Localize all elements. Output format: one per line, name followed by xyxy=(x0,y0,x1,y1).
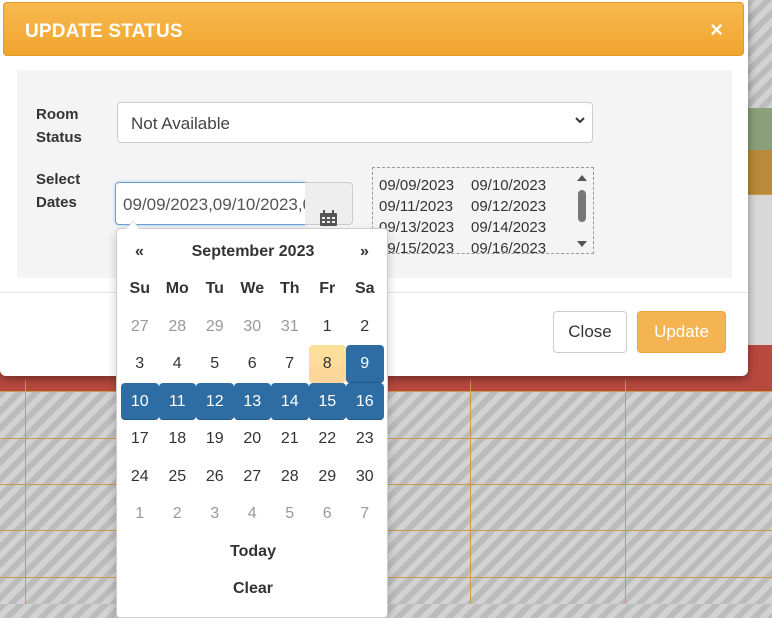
selected-date-item: 09/13/2023 xyxy=(379,219,455,236)
day-cell[interactable]: 1 xyxy=(309,308,347,346)
background-cell xyxy=(748,150,772,194)
day-cell[interactable]: 20 xyxy=(234,420,272,458)
week-row: 1234567 xyxy=(121,495,384,533)
day-cell[interactable]: 13 xyxy=(233,382,271,420)
weekday-header-row: Su Mo Tu We Th Fr Sa xyxy=(121,270,384,308)
day-cell[interactable]: 19 xyxy=(196,420,234,458)
background-cell xyxy=(748,108,772,150)
update-button[interactable]: Update xyxy=(637,311,726,353)
day-cell[interactable]: 9 xyxy=(346,345,384,383)
modal-header: UPDATE STATUS × xyxy=(3,2,744,56)
dates-input[interactable]: 09/09/2023,09/10/2023,09/11/2023 xyxy=(115,182,306,225)
day-cell[interactable]: 7 xyxy=(271,345,309,383)
day-cell[interactable]: 29 xyxy=(196,308,234,346)
day-cell[interactable]: 5 xyxy=(196,345,234,383)
day-cell[interactable]: 5 xyxy=(271,495,309,533)
weekday-label: Mo xyxy=(165,280,189,297)
weekday-label: Th xyxy=(279,280,300,297)
selected-dates-list[interactable]: 09/09/2023 09/10/2023 09/11/2023 09/12/2023… xyxy=(372,167,594,254)
select-dates-label: Select Dates xyxy=(36,171,81,211)
weekday-label: We xyxy=(240,280,265,297)
day-cell[interactable]: 4 xyxy=(234,495,272,533)
day-cell[interactable]: 8 xyxy=(308,345,346,383)
day-cell[interactable]: 26 xyxy=(196,458,234,496)
day-cell[interactable]: 4 xyxy=(159,345,197,383)
day-cell[interactable]: 25 xyxy=(159,458,197,496)
day-cell[interactable]: 28 xyxy=(159,308,197,346)
week-row: 27 28 29 30 31 1 2 xyxy=(121,308,384,346)
week-row: 3456789 xyxy=(121,345,384,383)
clear-button[interactable]: Clear xyxy=(117,580,389,598)
weekday-label: Su xyxy=(129,280,150,297)
weekday-label: Fr xyxy=(319,280,336,297)
day-cell[interactable]: 2 xyxy=(346,308,384,346)
grid-line xyxy=(25,380,26,604)
day-cell[interactable]: 12 xyxy=(196,382,234,420)
selected-date-item: 09/16/2023 xyxy=(471,240,547,254)
day-cell[interactable]: 17 xyxy=(121,420,159,458)
chevron-down-icon xyxy=(575,117,585,124)
day-cell[interactable]: 22 xyxy=(309,420,347,458)
selected-date-item: 09/12/2023 xyxy=(471,198,547,215)
selected-date-item: 09/10/2023 xyxy=(471,177,547,194)
next-month-button[interactable]: » xyxy=(360,243,369,261)
day-cell[interactable]: 18 xyxy=(159,420,197,458)
datepicker-dropdown: September 2023 « » Su Mo Tu We Th Fr Sa 27 28 29 3… xyxy=(116,221,389,618)
selected-date-item: 09/11/2023 xyxy=(379,198,453,215)
close-button[interactable]: Close xyxy=(553,311,627,353)
day-cell[interactable]: 14 xyxy=(271,382,309,420)
modal-title: UPDATE STATUS xyxy=(25,21,183,42)
day-cell[interactable]: 3 xyxy=(121,345,159,383)
day-cell[interactable]: 3 xyxy=(196,495,234,533)
scrollbar[interactable] xyxy=(575,172,589,250)
background-cell xyxy=(748,194,772,345)
weekday-label: Tu xyxy=(205,280,224,297)
day-cell[interactable]: 6 xyxy=(309,495,347,533)
week-row: 10 11 12 13 14 15 16 xyxy=(121,382,384,420)
day-cell[interactable]: 2 xyxy=(159,495,197,533)
day-cell[interactable]: 21 xyxy=(271,420,309,458)
day-cell[interactable]: 6 xyxy=(234,345,272,383)
prev-month-button[interactable]: « xyxy=(135,243,144,261)
room-status-value: Not Available xyxy=(131,114,230,133)
day-cell[interactable]: 28 xyxy=(271,458,309,496)
room-status-label: Room Status xyxy=(36,106,82,146)
dates-input-group: 09/09/2023,09/10/2023,09/11/2023 xyxy=(115,182,353,226)
close-icon[interactable]: × xyxy=(710,17,723,43)
day-cell[interactable]: 29 xyxy=(309,458,347,496)
day-cell[interactable]: 23 xyxy=(346,420,384,458)
day-cell[interactable]: 7 xyxy=(346,495,384,533)
calendar-grid: Su Mo Tu We Th Fr Sa 27 28 29 30 31 1 2 3 4 5 6 7 8 9 10 11 12 1… xyxy=(121,270,384,533)
calendar-addon[interactable] xyxy=(305,182,353,226)
day-cell[interactable]: 30 xyxy=(234,308,272,346)
dropdown-arrow-inner xyxy=(126,222,140,229)
selected-date-item: 09/14/2023 xyxy=(471,219,547,236)
calendar-icon xyxy=(320,210,337,226)
week-row: 24 25 26 27 28 29 30 xyxy=(121,458,384,496)
day-cell[interactable]: 27 xyxy=(121,308,159,346)
day-cell[interactable]: 31 xyxy=(271,308,309,346)
day-cell[interactable]: 16 xyxy=(346,382,384,420)
grid-line xyxy=(470,380,471,604)
day-cell[interactable]: 11 xyxy=(158,382,196,420)
room-status-select[interactable]: Not Available xyxy=(117,102,593,143)
day-cell[interactable]: 10 xyxy=(121,382,159,420)
week-row: 17 18 19 20 21 22 23 xyxy=(121,420,384,458)
weekday-label: Sa xyxy=(354,280,375,297)
selected-date-item: 09/15/2023 xyxy=(379,240,455,254)
day-cell[interactable]: 30 xyxy=(346,458,384,496)
day-cell[interactable]: 27 xyxy=(234,458,272,496)
month-title[interactable]: September 2023 xyxy=(117,243,389,261)
grid-line xyxy=(625,380,626,604)
day-cell[interactable]: 24 xyxy=(121,458,159,496)
today-button[interactable]: Today xyxy=(117,543,389,561)
day-cell[interactable]: 15 xyxy=(308,382,346,420)
selected-date-item: 09/09/2023 xyxy=(379,177,455,194)
day-cell[interactable]: 1 xyxy=(121,495,159,533)
